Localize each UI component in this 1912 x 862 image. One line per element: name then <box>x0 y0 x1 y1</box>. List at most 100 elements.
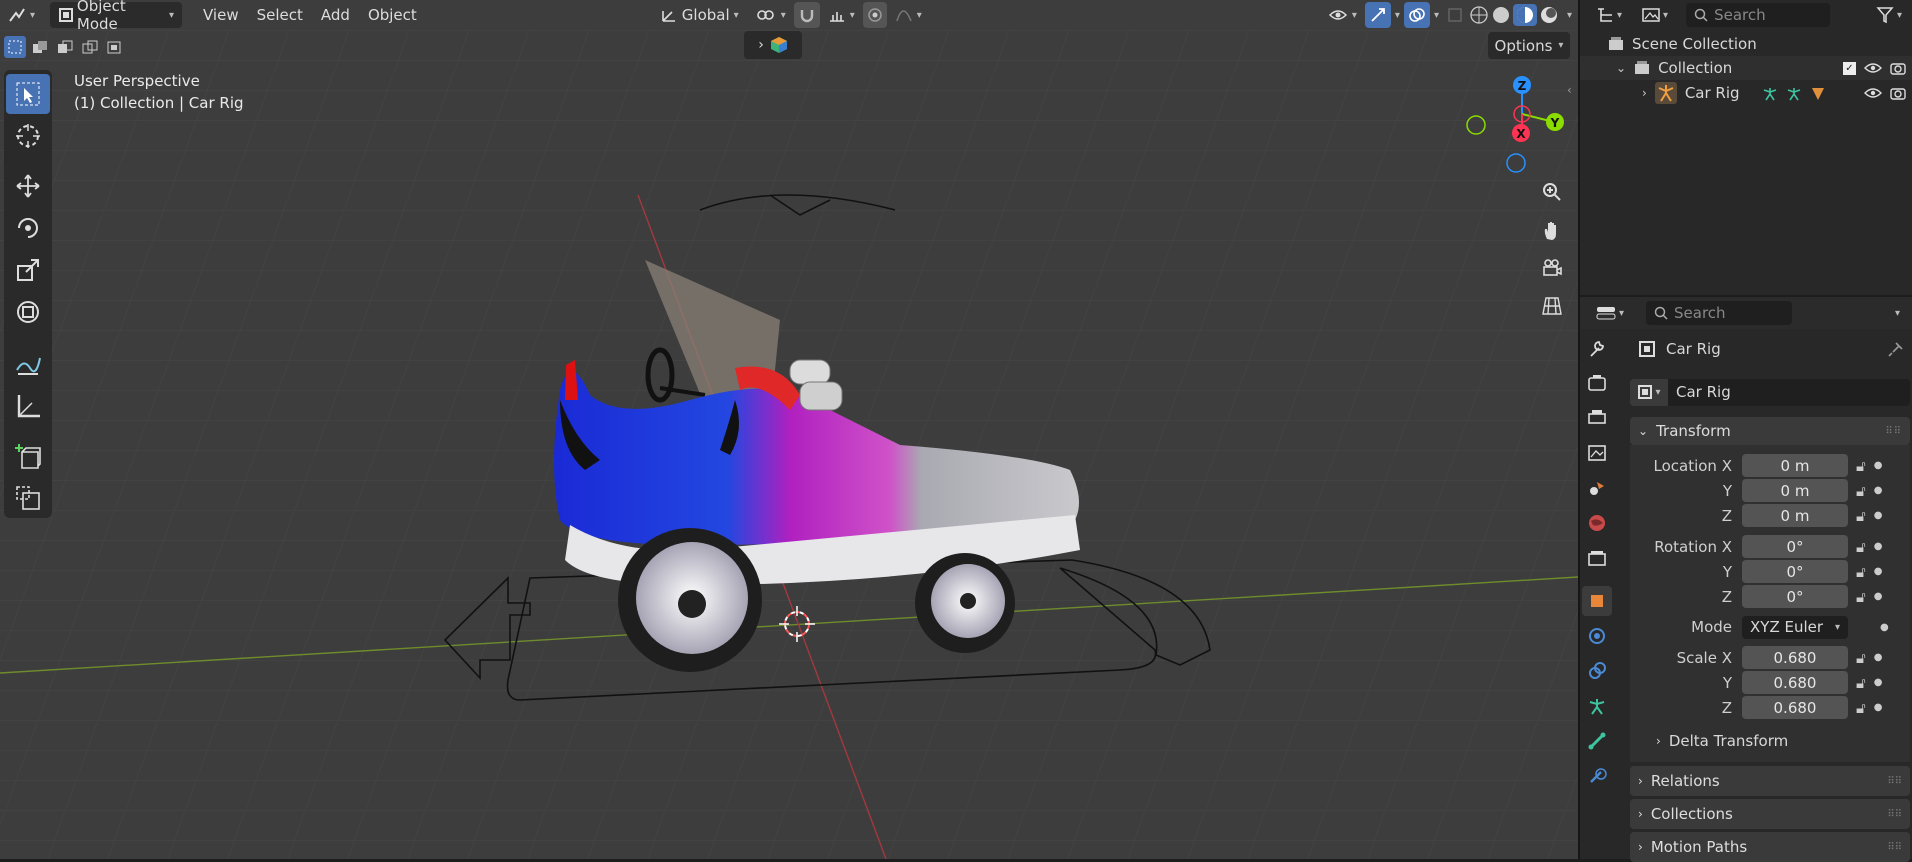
armature-data-icon[interactable] <box>1786 85 1802 101</box>
falloff-dropdown[interactable]: ▾ <box>887 2 930 28</box>
outliner-search-input[interactable]: Search <box>1686 3 1831 27</box>
lock-icon[interactable]: 🔓︎ <box>1856 457 1866 475</box>
outliner-row-scene-collection[interactable]: Scene Collection <box>1580 32 1912 56</box>
pose-icon[interactable] <box>1762 85 1778 101</box>
pin-icon[interactable] <box>1888 341 1904 357</box>
select-extend-button[interactable] <box>29 36 51 58</box>
menu-add[interactable]: Add <box>312 2 359 28</box>
lock-icon[interactable]: 🔓︎ <box>1856 674 1866 692</box>
object-name-field[interactable]: ▾ Car Rig <box>1630 377 1910 407</box>
scale-y-field[interactable]: 0.680 <box>1742 671 1848 694</box>
snap-toggle[interactable] <box>793 2 820 28</box>
tab-bone[interactable] <box>1582 726 1612 756</box>
scale-x-field[interactable]: 0.680 <box>1742 646 1848 669</box>
lock-icon[interactable]: 🔓︎ <box>1856 538 1866 556</box>
editor-type-button[interactable]: ▾ <box>0 2 46 28</box>
tool-duplicate[interactable] <box>6 478 50 518</box>
select-new-button[interactable] <box>4 36 26 58</box>
camera-render-icon[interactable] <box>1890 61 1906 75</box>
scale-z-field[interactable]: 0.680 <box>1742 696 1848 719</box>
sidebar-toggle-chevron-icon[interactable]: ‹ <box>1567 83 1572 97</box>
camera-view-button[interactable] <box>1535 251 1569 285</box>
rotation-x-field[interactable]: 0° <box>1742 535 1848 558</box>
collections-panel-header[interactable]: › Collections ⠿⠿ <box>1630 799 1910 829</box>
lock-icon[interactable]: 🔓︎ <box>1856 699 1866 717</box>
delta-transform-subpanel-header[interactable]: › Delta Transform <box>1630 726 1910 756</box>
keyframe-dot-icon[interactable]: ● <box>1874 566 1883 577</box>
tool-move[interactable] <box>6 166 50 206</box>
proportional-edit-toggle[interactable] <box>862 2 887 28</box>
tab-physics[interactable] <box>1582 621 1612 651</box>
location-x-field[interactable]: 0 m <box>1742 454 1848 477</box>
gizmo-toggle[interactable] <box>1364 2 1391 28</box>
tool-add-cube[interactable] <box>6 436 50 476</box>
transform-orientation-dropdown[interactable]: Global ▾ <box>652 2 747 28</box>
visibility-dropdown[interactable]: ▾ <box>1320 2 1365 28</box>
overlays-toggle[interactable] <box>1403 2 1430 28</box>
exclude-checkbox[interactable]: ✓ <box>1843 61 1856 75</box>
select-invert-button[interactable] <box>79 36 101 58</box>
properties-editor-type-button[interactable]: ▾ <box>1596 305 1624 321</box>
outliner-row-car-rig[interactable]: › Car Rig <box>1580 80 1912 106</box>
select-intersect-button[interactable] <box>104 36 126 58</box>
tab-output[interactable] <box>1582 403 1612 433</box>
object-name-input[interactable]: Car Rig <box>1668 378 1910 406</box>
ortho-toggle-button[interactable] <box>1535 289 1569 323</box>
location-y-field[interactable]: 0 m <box>1742 479 1848 502</box>
navigation-gizmo[interactable]: Z Y X <box>1460 70 1570 180</box>
overlays-dropdown[interactable]: ▾ <box>1430 2 1443 28</box>
keyframe-dot-icon[interactable]: ● <box>1874 460 1883 471</box>
rotation-z-field[interactable]: 0° <box>1742 585 1848 608</box>
shading-dropdown[interactable]: ▾ <box>1561 2 1578 28</box>
tool-scale[interactable] <box>6 250 50 290</box>
expand-chevron-icon[interactable]: ⌄ <box>1616 61 1626 75</box>
keyframe-dot-icon[interactable]: ● <box>1874 652 1883 663</box>
tab-constraints[interactable] <box>1582 656 1612 686</box>
keyframe-dot-icon[interactable]: ● <box>1874 702 1883 713</box>
gizmo-dropdown[interactable]: ▾ <box>1391 2 1404 28</box>
wireframe-shading-icon[interactable] <box>1469 5 1489 25</box>
properties-search-input[interactable]: Search <box>1646 301 1793 325</box>
snap-target-dropdown[interactable]: ▾ <box>820 2 863 28</box>
tool-transform[interactable] <box>6 292 50 332</box>
keyframe-dot-icon[interactable]: ● <box>1874 485 1883 496</box>
tool-annotate[interactable] <box>6 344 50 384</box>
tab-collection[interactable] <box>1582 543 1612 573</box>
drag-handle-icon[interactable]: ⠿⠿ <box>1887 809 1902 820</box>
xray-toggle[interactable] <box>1443 2 1467 28</box>
tab-scene[interactable] <box>1582 473 1612 503</box>
lock-icon[interactable]: 🔓︎ <box>1856 649 1866 667</box>
object-browse-button[interactable]: ▾ <box>1630 378 1668 406</box>
motion-paths-panel-header[interactable]: › Motion Paths ⠿⠿ <box>1630 832 1910 862</box>
lock-icon[interactable]: 🔓︎ <box>1856 482 1866 500</box>
location-z-field[interactable]: 0 m <box>1742 504 1848 527</box>
tool-rotate[interactable] <box>6 208 50 248</box>
viewport-scene[interactable] <box>0 0 1578 859</box>
zoom-button[interactable] <box>1535 175 1569 209</box>
lock-icon[interactable]: 🔓︎ <box>1856 563 1866 581</box>
keyframe-dot-icon[interactable]: ● <box>1874 510 1883 521</box>
menu-select[interactable]: Select <box>248 2 312 28</box>
keyframe-dot-icon[interactable]: ● <box>1880 622 1889 633</box>
rendered-shading-icon[interactable] <box>1539 5 1559 25</box>
tab-render[interactable] <box>1582 368 1612 398</box>
drag-handle-icon[interactable]: ⠿⠿ <box>1887 842 1902 853</box>
menu-object[interactable]: Object <box>359 2 426 28</box>
eye-icon[interactable] <box>1864 61 1882 75</box>
keyframe-dot-icon[interactable]: ● <box>1874 591 1883 602</box>
tab-object[interactable] <box>1582 586 1612 616</box>
tab-tool[interactable] <box>1582 333 1612 363</box>
tool-measure[interactable] <box>6 386 50 426</box>
solid-shading-icon[interactable] <box>1491 5 1511 25</box>
pivot-point-dropdown[interactable]: ▾ <box>747 2 794 28</box>
lock-icon[interactable]: 🔓︎ <box>1856 507 1866 525</box>
keyframe-dot-icon[interactable]: ● <box>1874 677 1883 688</box>
outliner-editor-type-button[interactable]: ▾ <box>1596 7 1622 23</box>
rotation-y-field[interactable]: 0° <box>1742 560 1848 583</box>
material-cone-icon[interactable] <box>1810 85 1826 101</box>
select-subtract-button[interactable] <box>54 36 76 58</box>
drag-handle-icon[interactable]: ⠿⠿ <box>1887 776 1902 787</box>
menu-view[interactable]: View <box>194 2 248 28</box>
tab-view-layer[interactable] <box>1582 438 1612 468</box>
keyframe-dot-icon[interactable]: ● <box>1874 541 1883 552</box>
